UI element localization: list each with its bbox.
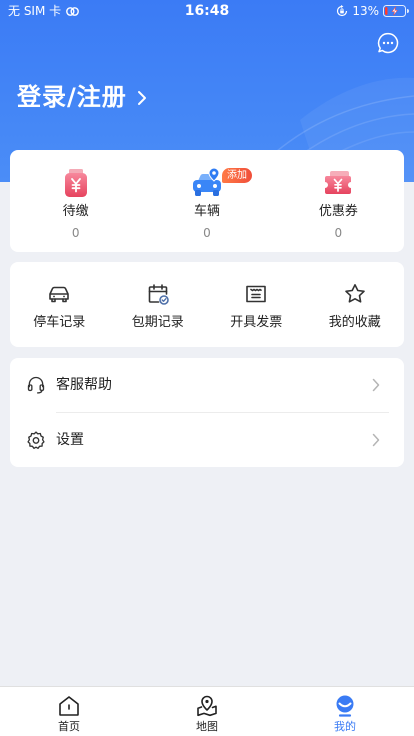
battery-percent: 13% xyxy=(352,4,379,18)
tab-home[interactable]: 首页 xyxy=(0,687,138,736)
message-icon xyxy=(377,32,399,54)
tab-label: 地图 xyxy=(196,720,218,733)
quick-item-count: 0 xyxy=(334,226,343,240)
tab-label: 首页 xyxy=(58,720,80,733)
car-icon xyxy=(192,167,221,196)
quick-item-pending-payment[interactable]: 待缴 0 xyxy=(10,150,141,252)
settings-menu-card: 客服帮助 设置 xyxy=(10,358,404,467)
gear-icon xyxy=(27,430,45,449)
service-label: 我的收藏 xyxy=(328,315,381,330)
service-parking-records[interactable]: 停车记录 xyxy=(10,262,109,347)
quick-item-vehicles[interactable]: 添加 车辆 0 xyxy=(141,150,272,252)
menu-item-label: 客服帮助 xyxy=(56,377,112,393)
services-card: 停车记录 包期记录 开具发票 我的收藏 xyxy=(10,262,404,347)
chevron-right-icon xyxy=(137,90,146,105)
account-summary-card: 待缴 0 添加 车辆 0 优惠券 0 xyxy=(10,150,404,252)
bottom-tab-bar: 首页 地图 我的 xyxy=(0,686,414,736)
message-button[interactable] xyxy=(376,31,400,55)
menu-item-customer-service[interactable]: 客服帮助 xyxy=(10,358,404,413)
login-register-link[interactable]: 登录/注册 xyxy=(17,82,147,112)
service-label: 包期记录 xyxy=(131,315,184,330)
invoice-icon xyxy=(246,285,267,303)
quick-item-label: 车辆 xyxy=(193,204,220,219)
star-icon xyxy=(344,284,365,303)
headset-icon xyxy=(27,376,45,394)
service-period-records[interactable]: 包期记录 xyxy=(109,262,208,347)
status-right-group: 13% xyxy=(336,4,409,18)
quick-item-label: 待缴 xyxy=(62,204,89,219)
service-label: 停车记录 xyxy=(33,315,86,330)
tab-label: 我的 xyxy=(334,720,356,733)
service-label: 开具发票 xyxy=(230,315,283,330)
service-issue-invoice[interactable]: 开具发票 xyxy=(207,262,306,347)
login-register-label: 登录/注册 xyxy=(17,83,127,111)
quick-item-count: 0 xyxy=(203,226,211,240)
status-bar: 无 SIM 卡 16:48 13% xyxy=(0,0,414,22)
battery-icon xyxy=(383,5,409,17)
add-vehicle-badge[interactable]: 添加 xyxy=(221,168,252,183)
service-favorites[interactable]: 我的收藏 xyxy=(306,262,405,347)
car-outline-icon xyxy=(49,286,70,303)
chevron-right-icon xyxy=(372,433,380,446)
wallet-yuan-icon xyxy=(64,169,87,197)
quick-item-label: 优惠券 xyxy=(318,204,358,219)
tab-profile[interactable]: 我的 xyxy=(276,687,414,736)
profile-icon xyxy=(336,695,354,717)
tab-map[interactable]: 地图 xyxy=(138,687,276,736)
quick-item-coupons[interactable]: 优惠券 0 xyxy=(273,150,404,252)
quick-item-count: 0 xyxy=(71,226,80,240)
orientation-lock-icon xyxy=(337,5,348,17)
home-icon xyxy=(59,696,79,716)
menu-item-label: 设置 xyxy=(56,431,84,448)
menu-item-settings[interactable]: 设置 xyxy=(10,413,404,468)
map-icon xyxy=(197,695,217,717)
calendar-check-icon xyxy=(148,284,169,305)
coupon-icon xyxy=(325,171,352,194)
chevron-right-icon xyxy=(372,378,380,392)
